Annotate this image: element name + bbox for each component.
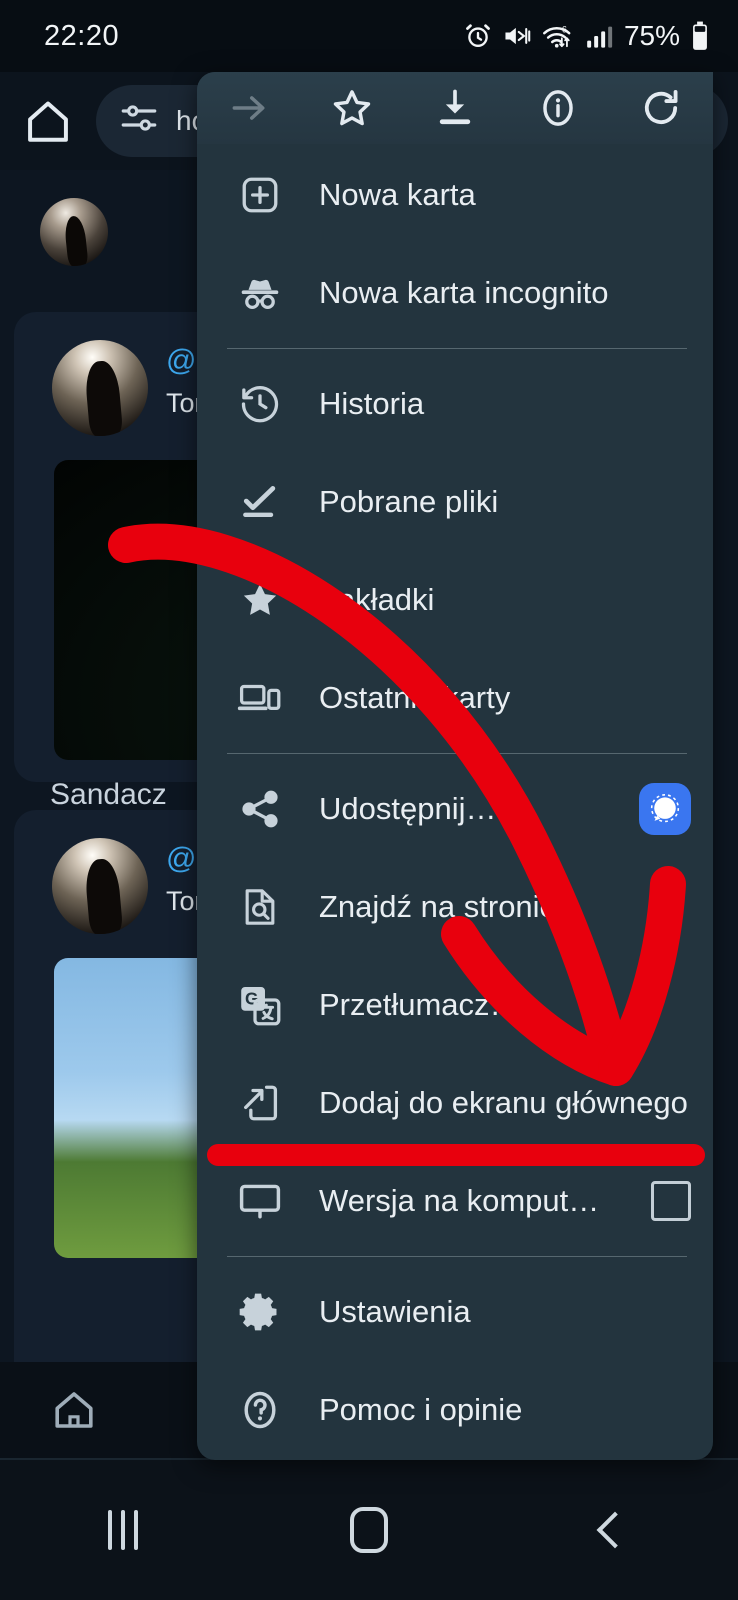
menu-item-help-and-feedback[interactable]: Pomoc i opinie [197,1361,713,1459]
bookmark-star-icon [231,571,289,629]
checkbox-unchecked-icon [651,1181,691,1221]
menu-item-history[interactable]: Historia [197,355,713,453]
menu-separator [227,753,687,754]
menu-item-label: Nowa karta incognito [319,275,691,311]
desktop-site-checkbox[interactable] [651,1181,691,1221]
info-icon[interactable] [507,72,610,144]
reload-icon[interactable] [610,72,713,144]
home-square-icon [350,1507,388,1553]
menu-header-toolbar [197,72,713,144]
avatar[interactable] [52,838,148,934]
star-icon[interactable] [300,72,403,144]
menu-item-settings[interactable]: Ustawienia [197,1263,713,1361]
nav-back-button[interactable] [492,1517,738,1543]
menu-separator [227,1256,687,1257]
post-title: Sandacz [50,778,167,812]
menu-item-label: Wersja na komput… [319,1183,651,1219]
share-icon [231,780,289,838]
menu-item-new-incognito-tab[interactable]: Nowa karta incognito [197,244,713,342]
recents-icon [108,1510,138,1550]
menu-item-label: Zakładki [319,582,691,618]
menu-item-label: Nowa karta [319,177,691,213]
find-in-page-icon [231,878,289,936]
translate-icon: G [231,976,289,1034]
incognito-icon [231,264,289,322]
phone-screen: 22:20 [0,0,738,1600]
nav-home-button[interactable] [246,1507,492,1553]
back-chevron-icon [597,1512,634,1549]
menu-item-label: Przetłumacz… [319,987,691,1023]
signal-badge [639,783,691,835]
status-clock: 22:20 [44,20,119,53]
forward-arrow-icon[interactable] [197,72,300,144]
menu-item-downloads[interactable]: Pobrane pliki [197,453,713,551]
menu-item-add-to-home-screen[interactable]: Dodaj do ekranu głównego [197,1054,713,1152]
menu-item-label: Znajdź na stronie [319,889,691,925]
menu-list: Nowa karta Nowa karta incognito [197,144,713,1459]
menu-item-find-in-page[interactable]: Znajdź na stronie [197,858,713,956]
menu-item-bookmarks[interactable]: Zakładki [197,551,713,649]
cellular-signal-icon [586,23,614,49]
tune-sliders-icon[interactable] [118,97,160,146]
signal-app-icon[interactable] [639,783,691,835]
menu-item-translate[interactable]: G Przetłumacz… [197,956,713,1054]
new-tab-icon [231,166,289,224]
svg-text:6: 6 [562,25,567,35]
battery-percent-label: 75% [624,20,680,52]
menu-item-new-tab[interactable]: Nowa karta [197,146,713,244]
add-to-home-screen-icon [231,1074,289,1132]
menu-item-label: Dodaj do ekranu głównego [319,1085,691,1121]
downloads-check-icon [231,473,289,531]
android-nav-bar [0,1458,738,1600]
menu-item-desktop-site[interactable]: Wersja na komput… [197,1152,713,1250]
menu-item-share[interactable]: Udostępnij… [197,760,713,858]
alarm-icon [464,22,492,50]
recent-tabs-icon [231,669,289,727]
menu-item-label: Historia [319,386,691,422]
wifi-6-icon: 6 [542,22,576,50]
battery-icon [690,21,710,51]
menu-item-recent-tabs[interactable]: Ostatnie karty [197,649,713,747]
avatar[interactable] [52,340,148,436]
overflow-menu: Nowa karta Nowa karta incognito [197,72,713,1460]
mute-vibrate-icon [502,22,532,50]
menu-item-label: Ustawienia [319,1294,691,1330]
menu-item-label: Ostatnie karty [319,680,691,716]
status-icons: 6 75% [464,20,710,52]
menu-separator [227,348,687,349]
menu-item-label: Udostępnij… [319,791,639,827]
nav-recents-button[interactable] [0,1510,246,1550]
home-icon[interactable] [0,1386,147,1434]
history-icon [231,375,289,433]
home-icon[interactable] [0,72,96,170]
avatar[interactable] [40,198,108,266]
desktop-site-icon [231,1172,289,1230]
help-question-icon [231,1381,289,1439]
menu-item-label: Pomoc i opinie [319,1392,691,1428]
download-icon[interactable] [403,72,506,144]
menu-item-label: Pobrane pliki [319,484,691,520]
status-bar: 22:20 [0,0,738,72]
settings-gear-icon [231,1283,289,1341]
